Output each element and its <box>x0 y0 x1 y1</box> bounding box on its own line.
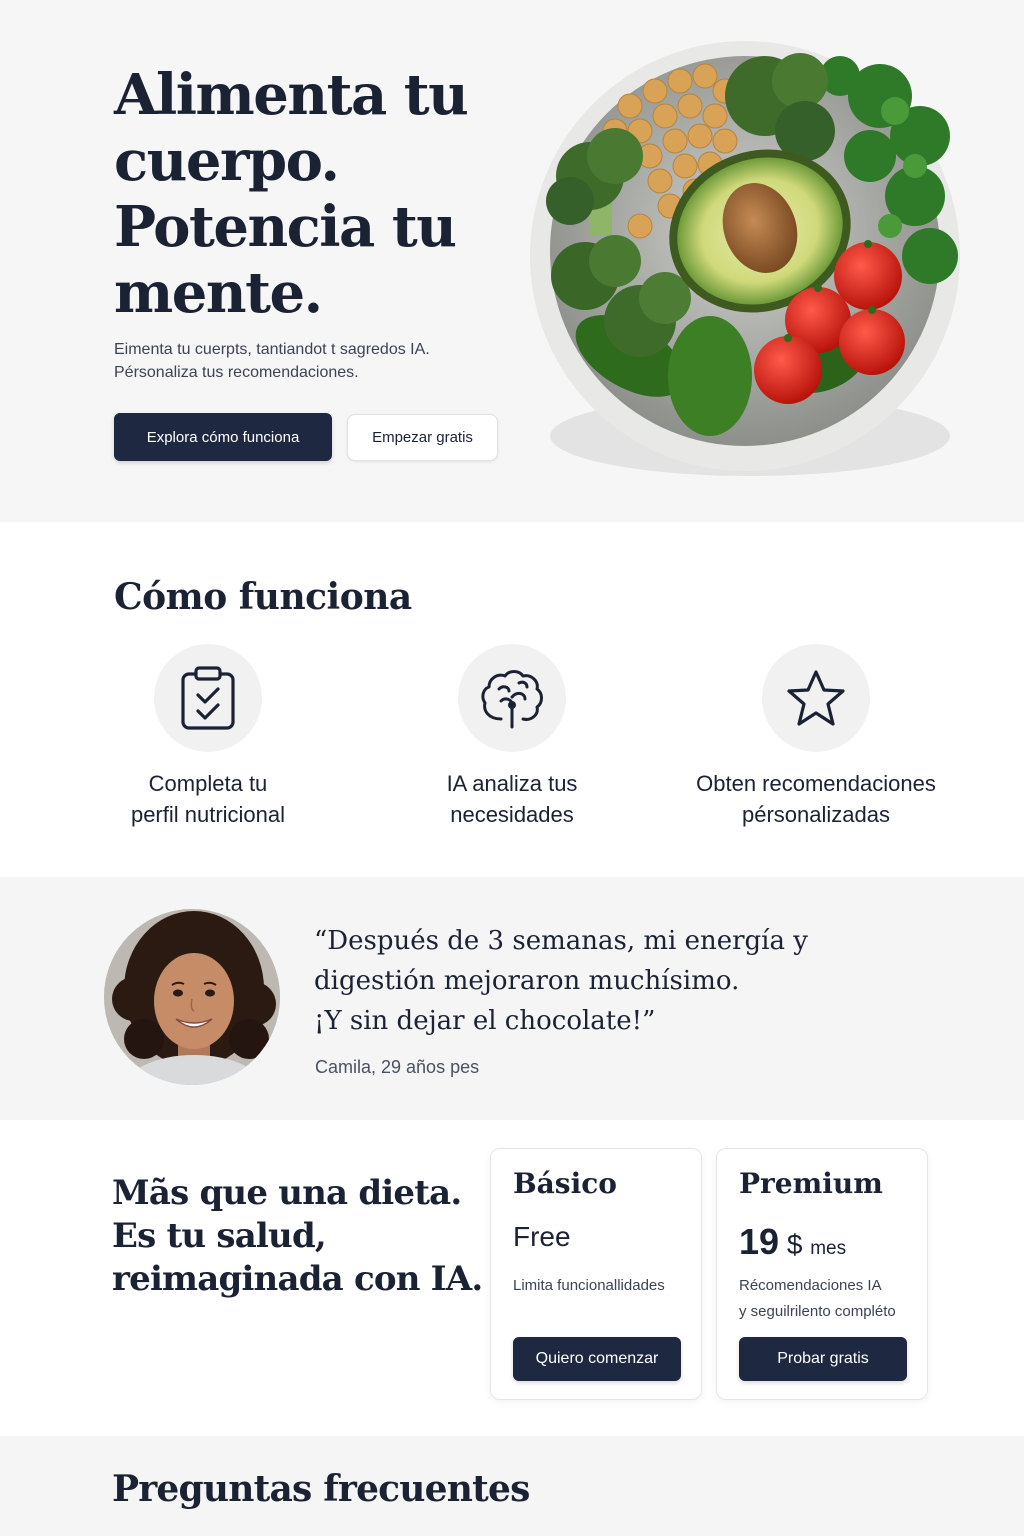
plan-price: Free <box>513 1221 571 1252</box>
plan-name: Premium <box>739 1167 883 1200</box>
how-title: Cómo funciona <box>114 576 412 618</box>
plan-price-period: mes <box>810 1238 847 1259</box>
step-ai-analysis: IA analiza tus necesidades <box>362 644 662 830</box>
faq-title: Preguntas frecuentes <box>112 1468 530 1510</box>
faq-section: Preguntas frecuentes <box>0 1436 1024 1536</box>
explore-button[interactable]: Explora cómo funciona <box>114 413 332 461</box>
pricing-section: Mãs que una dieta. Es tu salud, reimagin… <box>0 1120 1024 1436</box>
plan-price-amount: 19 <box>739 1221 780 1262</box>
plan-price: 19 $ mes <box>739 1221 846 1263</box>
star-icon <box>762 644 870 752</box>
step-recommendations: Obten recomendaciones pérsonalizadas <box>666 644 966 830</box>
plan-card-premium: Premium 19 $ mes Récomendaciones IA y se… <box>716 1148 928 1400</box>
plan-description: Limita funcionallidades <box>513 1277 665 1294</box>
plan-card-basic: Básico Free Limita funcionallidades Quie… <box>490 1148 702 1400</box>
step-profile: Completa tu perfil nutricional <box>58 644 358 830</box>
step-label: Completa tu perfil nutricional <box>130 771 286 827</box>
testimonial-section: “Después de 3 semanas, mi energía y dige… <box>0 877 1024 1120</box>
try-free-button[interactable]: Probar gratis <box>739 1337 907 1381</box>
step-label: Obten recomendaciones pérsonalizadas <box>696 771 936 827</box>
testimonial-quote: “Después de 3 semanas, mi energía y dige… <box>314 926 808 1036</box>
plan-price-currency: $ <box>786 1229 803 1260</box>
salad-bowl-image <box>520 36 960 476</box>
customer-avatar <box>104 909 280 1085</box>
how-it-works-section: Cómo funciona Completa tu perfil nutrici… <box>0 522 1024 877</box>
clipboard-check-icon <box>154 644 262 752</box>
brain-icon <box>458 644 566 752</box>
start-now-button[interactable]: Quiero comenzar <box>513 1337 681 1381</box>
hero-section: Alimenta tu cuerpo. Potencia tu mente. E… <box>0 0 1024 522</box>
pricing-title: Mãs que una dieta. Es tu salud, reimagin… <box>112 1173 483 1299</box>
start-free-button[interactable]: Empezar gratis <box>347 414 498 461</box>
step-label: IA analiza tus necesidades <box>446 771 578 827</box>
plan-description: Récomendaciones IA y seguilrilento compl… <box>739 1277 896 1320</box>
plan-name: Básico <box>513 1167 617 1200</box>
testimonial-author: Camila, 29 años pes <box>315 1057 480 1077</box>
hero-title: Alimenta tu cuerpo. Potencia tu mente. <box>114 62 469 326</box>
hero-subtitle: Eimenta tu cuerpts, tantiandot t sagredo… <box>114 341 430 381</box>
